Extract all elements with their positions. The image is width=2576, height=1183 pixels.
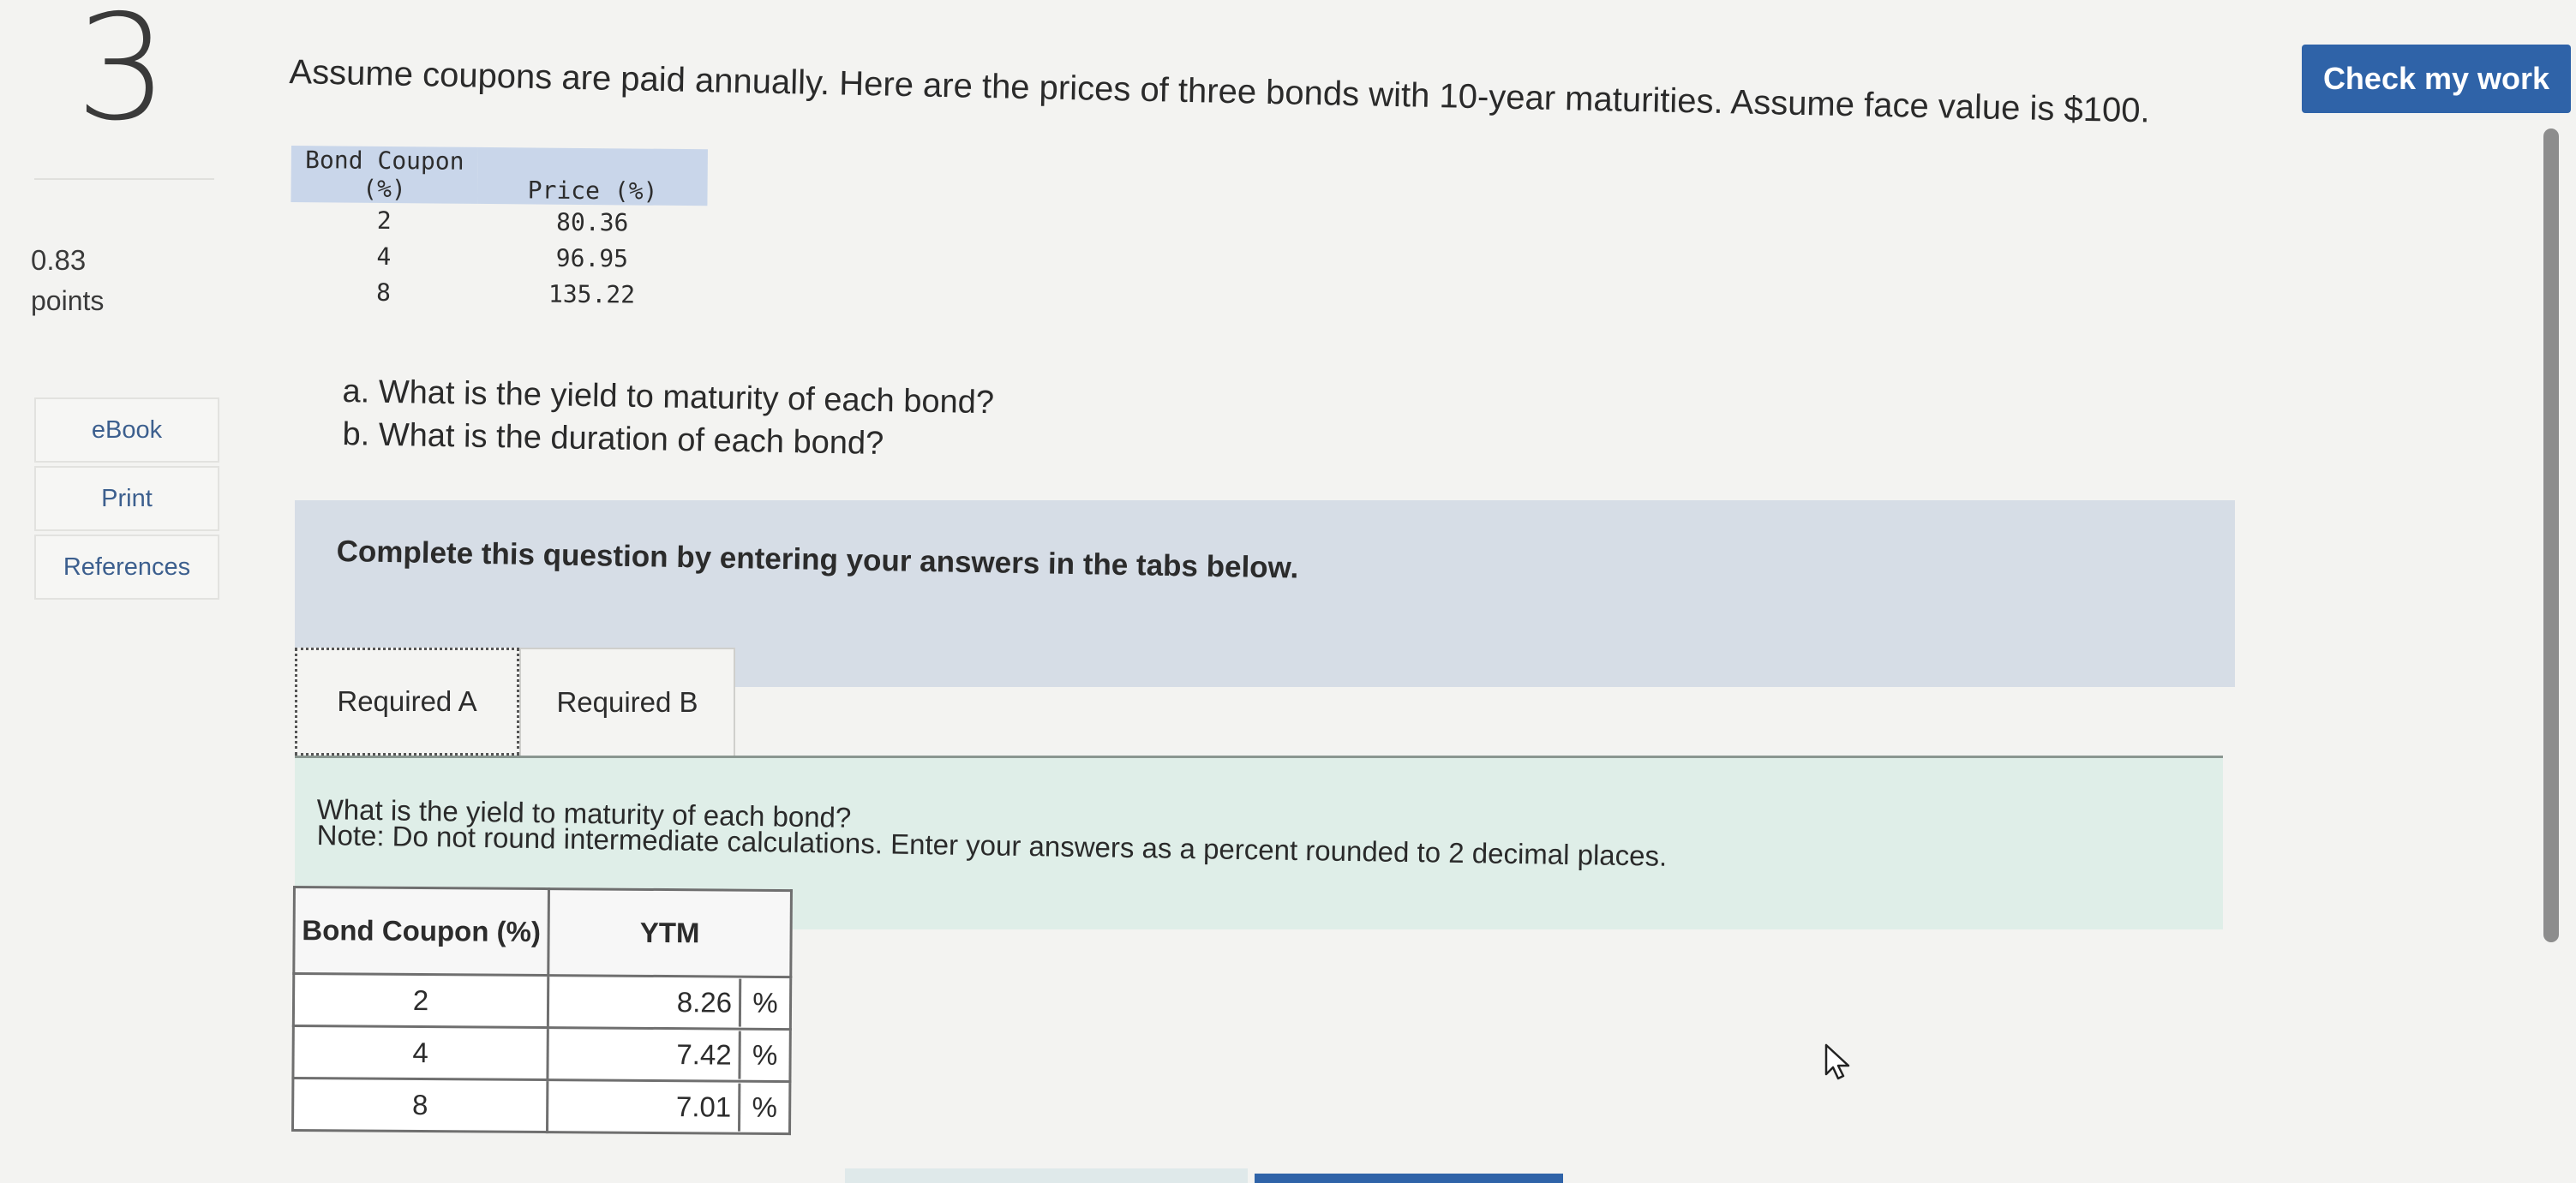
coupon-cell: 2: [293, 973, 548, 1028]
ebook-button[interactable]: eBook: [34, 397, 219, 463]
ytm-answer-table: Bond Coupon (%) YTM 2 8.26 % 4 7.42 % 8 …: [291, 886, 793, 1136]
tab-required-a[interactable]: Required A: [295, 648, 519, 756]
ytm-cell: 8.26 %: [548, 975, 791, 1030]
scrollbar[interactable]: [2543, 128, 2559, 942]
price-cell: 80.36: [555, 207, 629, 237]
check-my-work-button[interactable]: Check my work: [2302, 45, 2571, 113]
table-header: Bond Coupon (%): [293, 887, 549, 976]
ytm-cell: 7.01 %: [547, 1079, 790, 1134]
ytm-cell: 7.42 %: [547, 1027, 791, 1082]
coupon-cell: 4: [376, 242, 392, 272]
footer-bar: [845, 1168, 1248, 1183]
percent-unit: %: [752, 1038, 778, 1071]
references-button[interactable]: References: [34, 535, 219, 600]
ytm-input[interactable]: 7.42: [548, 1030, 741, 1079]
percent-unit: %: [752, 986, 778, 1019]
table-row: 8 7.01 %: [292, 1078, 790, 1134]
points-value: 0.83: [31, 244, 87, 276]
coupon-cell: 4: [292, 1025, 548, 1080]
question-text: Assume coupons are paid annually. Here a…: [289, 53, 2151, 130]
bond-price-table: Bond Coupon (%) Price (%) 2 80.36 4 96.9…: [290, 146, 708, 314]
table-row: 4 7.42 %: [292, 1025, 791, 1082]
tab-required-b[interactable]: Required B: [519, 648, 735, 756]
sub-question-a: a. What is the yield to maturity of each…: [342, 373, 995, 421]
table-row: 4 96.95: [291, 238, 707, 278]
divider: [34, 178, 214, 180]
coupon-cell: 2: [376, 206, 392, 236]
table-header: Bond Coupon (%): [291, 146, 478, 204]
sub-question-b: b. What is the duration of each bond?: [342, 416, 884, 463]
coupon-cell: 8: [292, 1078, 548, 1132]
table-row: 2 80.36: [291, 202, 707, 242]
table-row: 2 8.26 %: [293, 973, 791, 1030]
question-number: 3: [75, 0, 169, 153]
points-label: points: [31, 285, 105, 316]
ytm-input[interactable]: 8.26: [548, 977, 742, 1027]
footer-button[interactable]: [1255, 1174, 1563, 1183]
mouse-cursor-icon: [1824, 1043, 1850, 1080]
table-row: 8 135.22: [290, 274, 706, 314]
table-header: Price (%): [477, 146, 708, 206]
price-cell: 96.95: [555, 243, 629, 273]
ytm-input[interactable]: 7.01: [548, 1082, 741, 1132]
coupon-cell: 8: [375, 278, 392, 308]
price-cell: 135.22: [548, 279, 636, 309]
percent-unit: %: [752, 1090, 778, 1123]
table-header: YTM: [548, 888, 792, 977]
print-button[interactable]: Print: [34, 466, 219, 531]
